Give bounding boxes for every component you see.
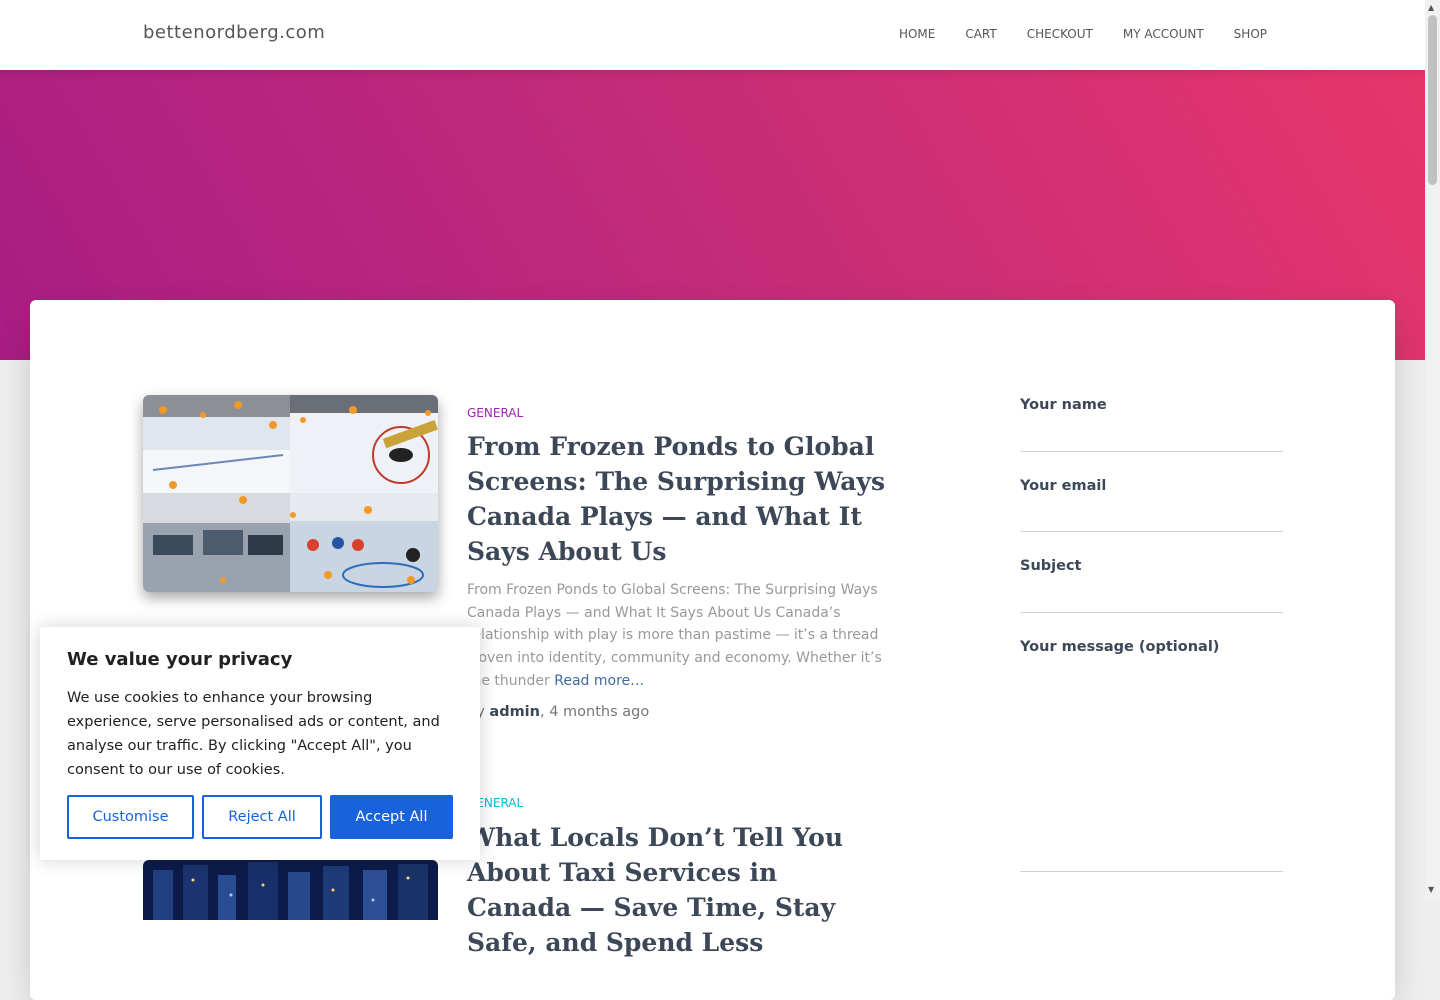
nav-checkout[interactable]: CHECKOUT	[1027, 27, 1093, 41]
name-label: Your name	[1020, 397, 1107, 413]
nav-shop[interactable]: SHOP	[1234, 27, 1267, 41]
post-category[interactable]: GENERAL	[467, 406, 523, 420]
cookie-consent-banner: We value your privacy We use cookies to …	[40, 627, 480, 860]
top-navbar: bettenordberg.com HOME CART CHECKOUT MY …	[0, 0, 1425, 70]
scroll-down-arrow-icon[interactable]: ▼	[1428, 885, 1434, 894]
email-label: Your email	[1020, 478, 1107, 494]
post-date: , 4 months ago	[539, 704, 650, 720]
hockey-collage-image	[143, 395, 438, 592]
post-title[interactable]: From Frozen Ponds to Global Screens: The…	[467, 429, 887, 569]
post-thumbnail-city[interactable]	[143, 860, 438, 920]
main-menu: HOME CART CHECKOUT MY ACCOUNT SHOP	[899, 27, 1267, 41]
subject-input[interactable]	[1020, 587, 1283, 613]
accept-all-button[interactable]: Accept All	[330, 795, 453, 839]
scrollbar-thumb[interactable]	[1428, 15, 1437, 185]
cookie-buttons: Customise Reject All Accept All	[67, 795, 453, 839]
nav-my-account[interactable]: MY ACCOUNT	[1123, 27, 1204, 41]
nav-cart[interactable]: CART	[965, 27, 996, 41]
read-more-link[interactable]: Read more…	[554, 673, 644, 689]
post-excerpt-text: From Frozen Ponds to Global Screens: The…	[467, 582, 882, 689]
message-textarea[interactable]	[1020, 668, 1283, 872]
post-author[interactable]: admin	[489, 704, 540, 720]
page-scrollbar[interactable]: ▲ ▼	[1425, 0, 1440, 900]
email-input[interactable]	[1020, 506, 1283, 532]
customise-button[interactable]: Customise	[67, 795, 194, 839]
post-title-2[interactable]: What Locals Don’t Tell You About Taxi Se…	[467, 820, 887, 960]
name-input[interactable]	[1020, 426, 1283, 452]
post-thumbnail-hockey[interactable]	[143, 395, 438, 592]
cookie-title: We value your privacy	[67, 649, 293, 670]
site-brand[interactable]: bettenordberg.com	[143, 22, 325, 43]
nav-home[interactable]: HOME	[899, 27, 935, 41]
reject-all-button[interactable]: Reject All	[202, 795, 322, 839]
city-night-image	[143, 860, 438, 920]
cookie-text: We use cookies to enhance your browsing …	[67, 690, 440, 778]
scroll-up-arrow-icon[interactable]: ▲	[1428, 3, 1434, 12]
message-label: Your message (optional)	[1020, 639, 1220, 655]
post-meta: by admin, 4 months ago	[467, 704, 649, 720]
subject-label: Subject	[1020, 558, 1082, 574]
post-excerpt: From Frozen Ponds to Global Screens: The…	[467, 579, 897, 693]
